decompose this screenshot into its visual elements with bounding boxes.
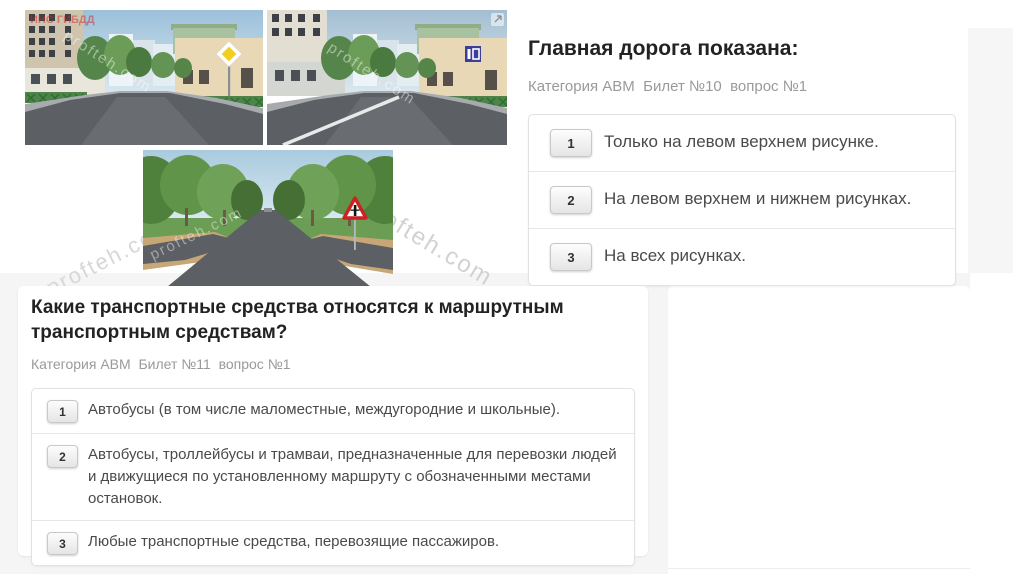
answer-option-1[interactable]: 1 Только на левом верхнем рисунке. bbox=[529, 115, 955, 171]
question-meta: Категория АВМ Билет №10 вопрос №1 bbox=[528, 78, 808, 95]
answer-text: Любые транспортные средства, перевозящие… bbox=[88, 533, 500, 550]
blue-square-regulatory-sign bbox=[465, 46, 481, 62]
answers-list: 1 Только на левом верхнем рисунке. 2 На … bbox=[528, 114, 956, 286]
answer-option-3[interactable]: 3 На всех рисунках. bbox=[529, 228, 955, 285]
answer-number-button[interactable]: 2 bbox=[47, 445, 78, 468]
question-title: Главная дорога показана: bbox=[528, 37, 799, 60]
red-stamp-watermark: ИНС ГИБДД bbox=[30, 14, 95, 26]
answer-option-2[interactable]: 2 На левом верхнем и нижнем рисунках. bbox=[529, 171, 955, 228]
question-image-bottom: profteh.com bbox=[143, 150, 393, 287]
answer-text: Автобусы (в том числе маломестные, между… bbox=[88, 401, 561, 418]
answers-list: 1 Автобусы (в том числе маломестные, меж… bbox=[31, 388, 635, 566]
question-meta: Категория АВМ Билет №11 вопрос №1 bbox=[31, 356, 291, 372]
right-page-margin-band bbox=[968, 28, 1013, 273]
question-block-11: Какие транспортные средства относятся к … bbox=[18, 286, 648, 566]
question-block-10: Главная дорога показана: Категория АВМ Б… bbox=[528, 36, 956, 286]
answer-option-3[interactable]: 3 Любые транспортные средства, перевозящ… bbox=[32, 520, 634, 565]
card-divider bbox=[668, 568, 970, 569]
next-question-card-partial bbox=[668, 286, 970, 574]
answer-text: На левом верхнем и нижнем рисунках. bbox=[604, 189, 912, 208]
answer-number-button[interactable]: 1 bbox=[47, 400, 78, 423]
road-scene-3: profteh.com bbox=[143, 150, 393, 287]
answer-option-2[interactable]: 2 Автобусы, троллейбусы и трамваи, предн… bbox=[32, 433, 634, 520]
answer-text: На всех рисунках. bbox=[604, 246, 746, 265]
road-scene-2: profteh.com bbox=[267, 10, 507, 145]
answer-text: Автобусы, троллейбусы и трамваи, предназ… bbox=[88, 446, 617, 507]
question-image-top-right: profteh.com bbox=[267, 10, 507, 145]
question-title: Какие транспортные средства относятся к … bbox=[31, 297, 564, 343]
answer-number-button[interactable]: 1 bbox=[550, 129, 592, 157]
answer-number-button[interactable]: 3 bbox=[47, 532, 78, 555]
road-scene-1: ИНС ГИБДД profteh.com bbox=[25, 10, 263, 145]
expand-icon[interactable] bbox=[491, 13, 504, 26]
answer-text: Только на левом верхнем рисунке. bbox=[604, 132, 879, 151]
answer-number-button[interactable]: 3 bbox=[550, 243, 592, 271]
answer-number-button[interactable]: 2 bbox=[550, 186, 592, 214]
question-image-top-left: ИНС ГИБДД profteh.com bbox=[25, 10, 263, 145]
answer-option-1[interactable]: 1 Автобусы (в том числе маломестные, меж… bbox=[32, 389, 634, 433]
